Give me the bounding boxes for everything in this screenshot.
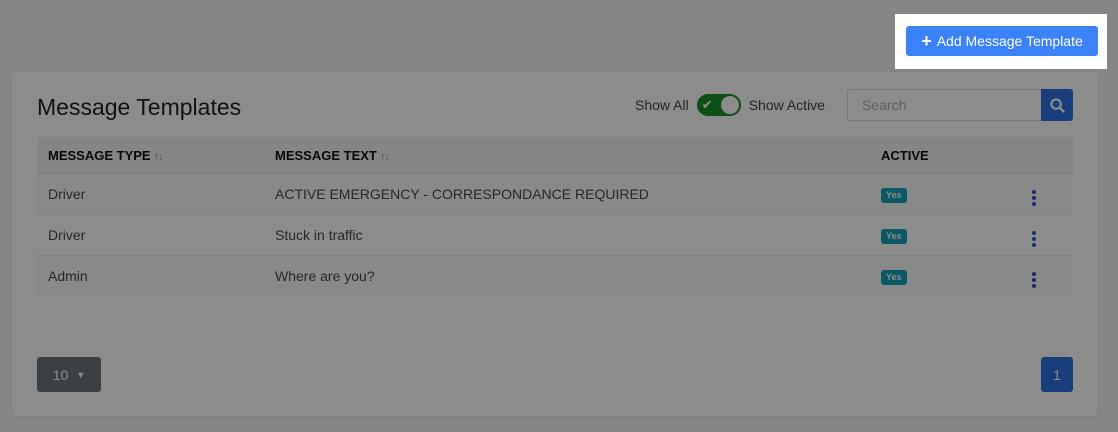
- cell-message-text: Stuck in traffic: [264, 214, 870, 256]
- page-title: Message Templates: [37, 94, 242, 120]
- row-actions-kebab-icon[interactable]: [1029, 271, 1039, 289]
- search-button[interactable]: [1041, 89, 1073, 121]
- cell-active: Yes: [870, 214, 1012, 256]
- search-input[interactable]: [847, 89, 1041, 121]
- show-active-label: Show Active: [748, 97, 825, 113]
- caret-down-icon: ▼: [76, 369, 86, 380]
- show-all-label: Show All: [635, 97, 689, 113]
- table-row: Admin Where are you? Yes: [37, 255, 1073, 296]
- page-size-dropdown[interactable]: 10 ▼: [37, 357, 101, 392]
- status-badge: Yes: [881, 188, 907, 203]
- table-row: Driver ACTIVE EMERGENCY - CORRESPONDANCE…: [37, 173, 1073, 215]
- cell-message-text: ACTIVE EMERGENCY - CORRESPONDANCE REQUIR…: [264, 173, 870, 215]
- search-icon: [1049, 97, 1065, 113]
- table-row: Driver Stuck in traffic Yes: [37, 214, 1073, 256]
- check-icon: ✔: [701, 97, 713, 112]
- cell-message-text: Where are you?: [264, 255, 870, 296]
- cell-active: Yes: [870, 255, 1012, 296]
- column-header-actions: [1012, 137, 1073, 174]
- column-header-label: MESSAGE TEXT: [275, 147, 377, 163]
- message-templates-table: MESSAGE TYPE ↑↓ MESSAGE TEXT ↑↓ ACTIVE Dri…: [37, 137, 1073, 296]
- cell-actions: [1012, 214, 1073, 256]
- column-header-message-type[interactable]: MESSAGE TYPE ↑↓: [37, 137, 264, 174]
- add-message-template-label: Add Message Template: [936, 33, 1083, 49]
- show-active-toggle[interactable]: ✔: [696, 94, 741, 116]
- status-badge: Yes: [881, 270, 907, 285]
- cell-actions: [1012, 173, 1073, 215]
- row-actions-kebab-icon[interactable]: [1029, 189, 1039, 207]
- status-badge: Yes: [881, 229, 907, 244]
- page: Message Templates Show All ✔ Show Active…: [0, 0, 1118, 432]
- cell-message-type: Driver: [37, 214, 264, 256]
- column-header-message-text[interactable]: MESSAGE TEXT ↑↓: [264, 137, 870, 174]
- cell-message-type: Admin: [37, 255, 264, 296]
- cell-message-type: Driver: [37, 173, 264, 215]
- column-header-label: ACTIVE: [881, 147, 929, 163]
- cell-actions: [1012, 255, 1073, 296]
- row-actions-kebab-icon[interactable]: [1029, 230, 1039, 248]
- show-active-toggle-group: Show All ✔ Show Active: [635, 94, 825, 116]
- spotlight-highlight: + Add Message Template: [895, 14, 1107, 69]
- page-size-value: 10: [52, 366, 69, 383]
- message-templates-card: Message Templates Show All ✔ Show Active…: [12, 72, 1098, 416]
- cell-active: Yes: [870, 173, 1012, 215]
- plus-icon: +: [921, 31, 932, 51]
- table-header-row: MESSAGE TYPE ↑↓ MESSAGE TEXT ↑↓ ACTIVE: [37, 137, 1073, 174]
- pagination-page-button[interactable]: 1: [1041, 357, 1073, 392]
- add-message-template-button[interactable]: + Add Message Template: [906, 26, 1098, 56]
- sort-icon: ↑↓: [379, 150, 390, 163]
- sort-icon: ↑↓: [153, 150, 164, 163]
- column-header-label: MESSAGE TYPE: [48, 147, 151, 163]
- column-header-active: ACTIVE: [870, 137, 1012, 174]
- toggle-knob: [720, 96, 739, 114]
